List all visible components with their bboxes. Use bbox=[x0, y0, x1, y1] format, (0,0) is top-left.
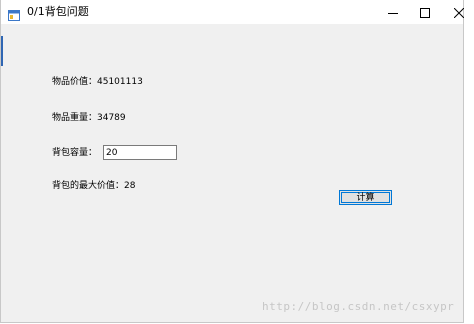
window-title: 0/1背包问题 bbox=[27, 5, 89, 18]
app-window-icon bbox=[8, 6, 20, 21]
maximize-icon bbox=[420, 3, 430, 22]
weight-label: 物品重量：34789 bbox=[52, 113, 126, 123]
value-label: 物品价值：45101113 bbox=[52, 77, 143, 87]
capacity-input[interactable] bbox=[103, 145, 177, 160]
title-bar[interactable]: 0/1背包问题 bbox=[1, 0, 465, 24]
watermark-text: http://blog.csdn.net/csxypr bbox=[262, 300, 455, 313]
window-edge-accent bbox=[1, 36, 3, 66]
close-icon bbox=[453, 3, 465, 22]
compute-button-label: 计算 bbox=[341, 192, 390, 203]
compute-button[interactable]: 计算 bbox=[339, 190, 392, 205]
max-value-label: 背包的最大价值：28 bbox=[52, 181, 136, 191]
minimize-icon bbox=[388, 3, 398, 22]
close-button[interactable] bbox=[437, 0, 474, 24]
capacity-label: 背包容量： bbox=[52, 148, 98, 158]
app-window: 0/1背包问题 物品价值：45101113 物品重量：34789 背包容量： 2… bbox=[0, 0, 465, 323]
